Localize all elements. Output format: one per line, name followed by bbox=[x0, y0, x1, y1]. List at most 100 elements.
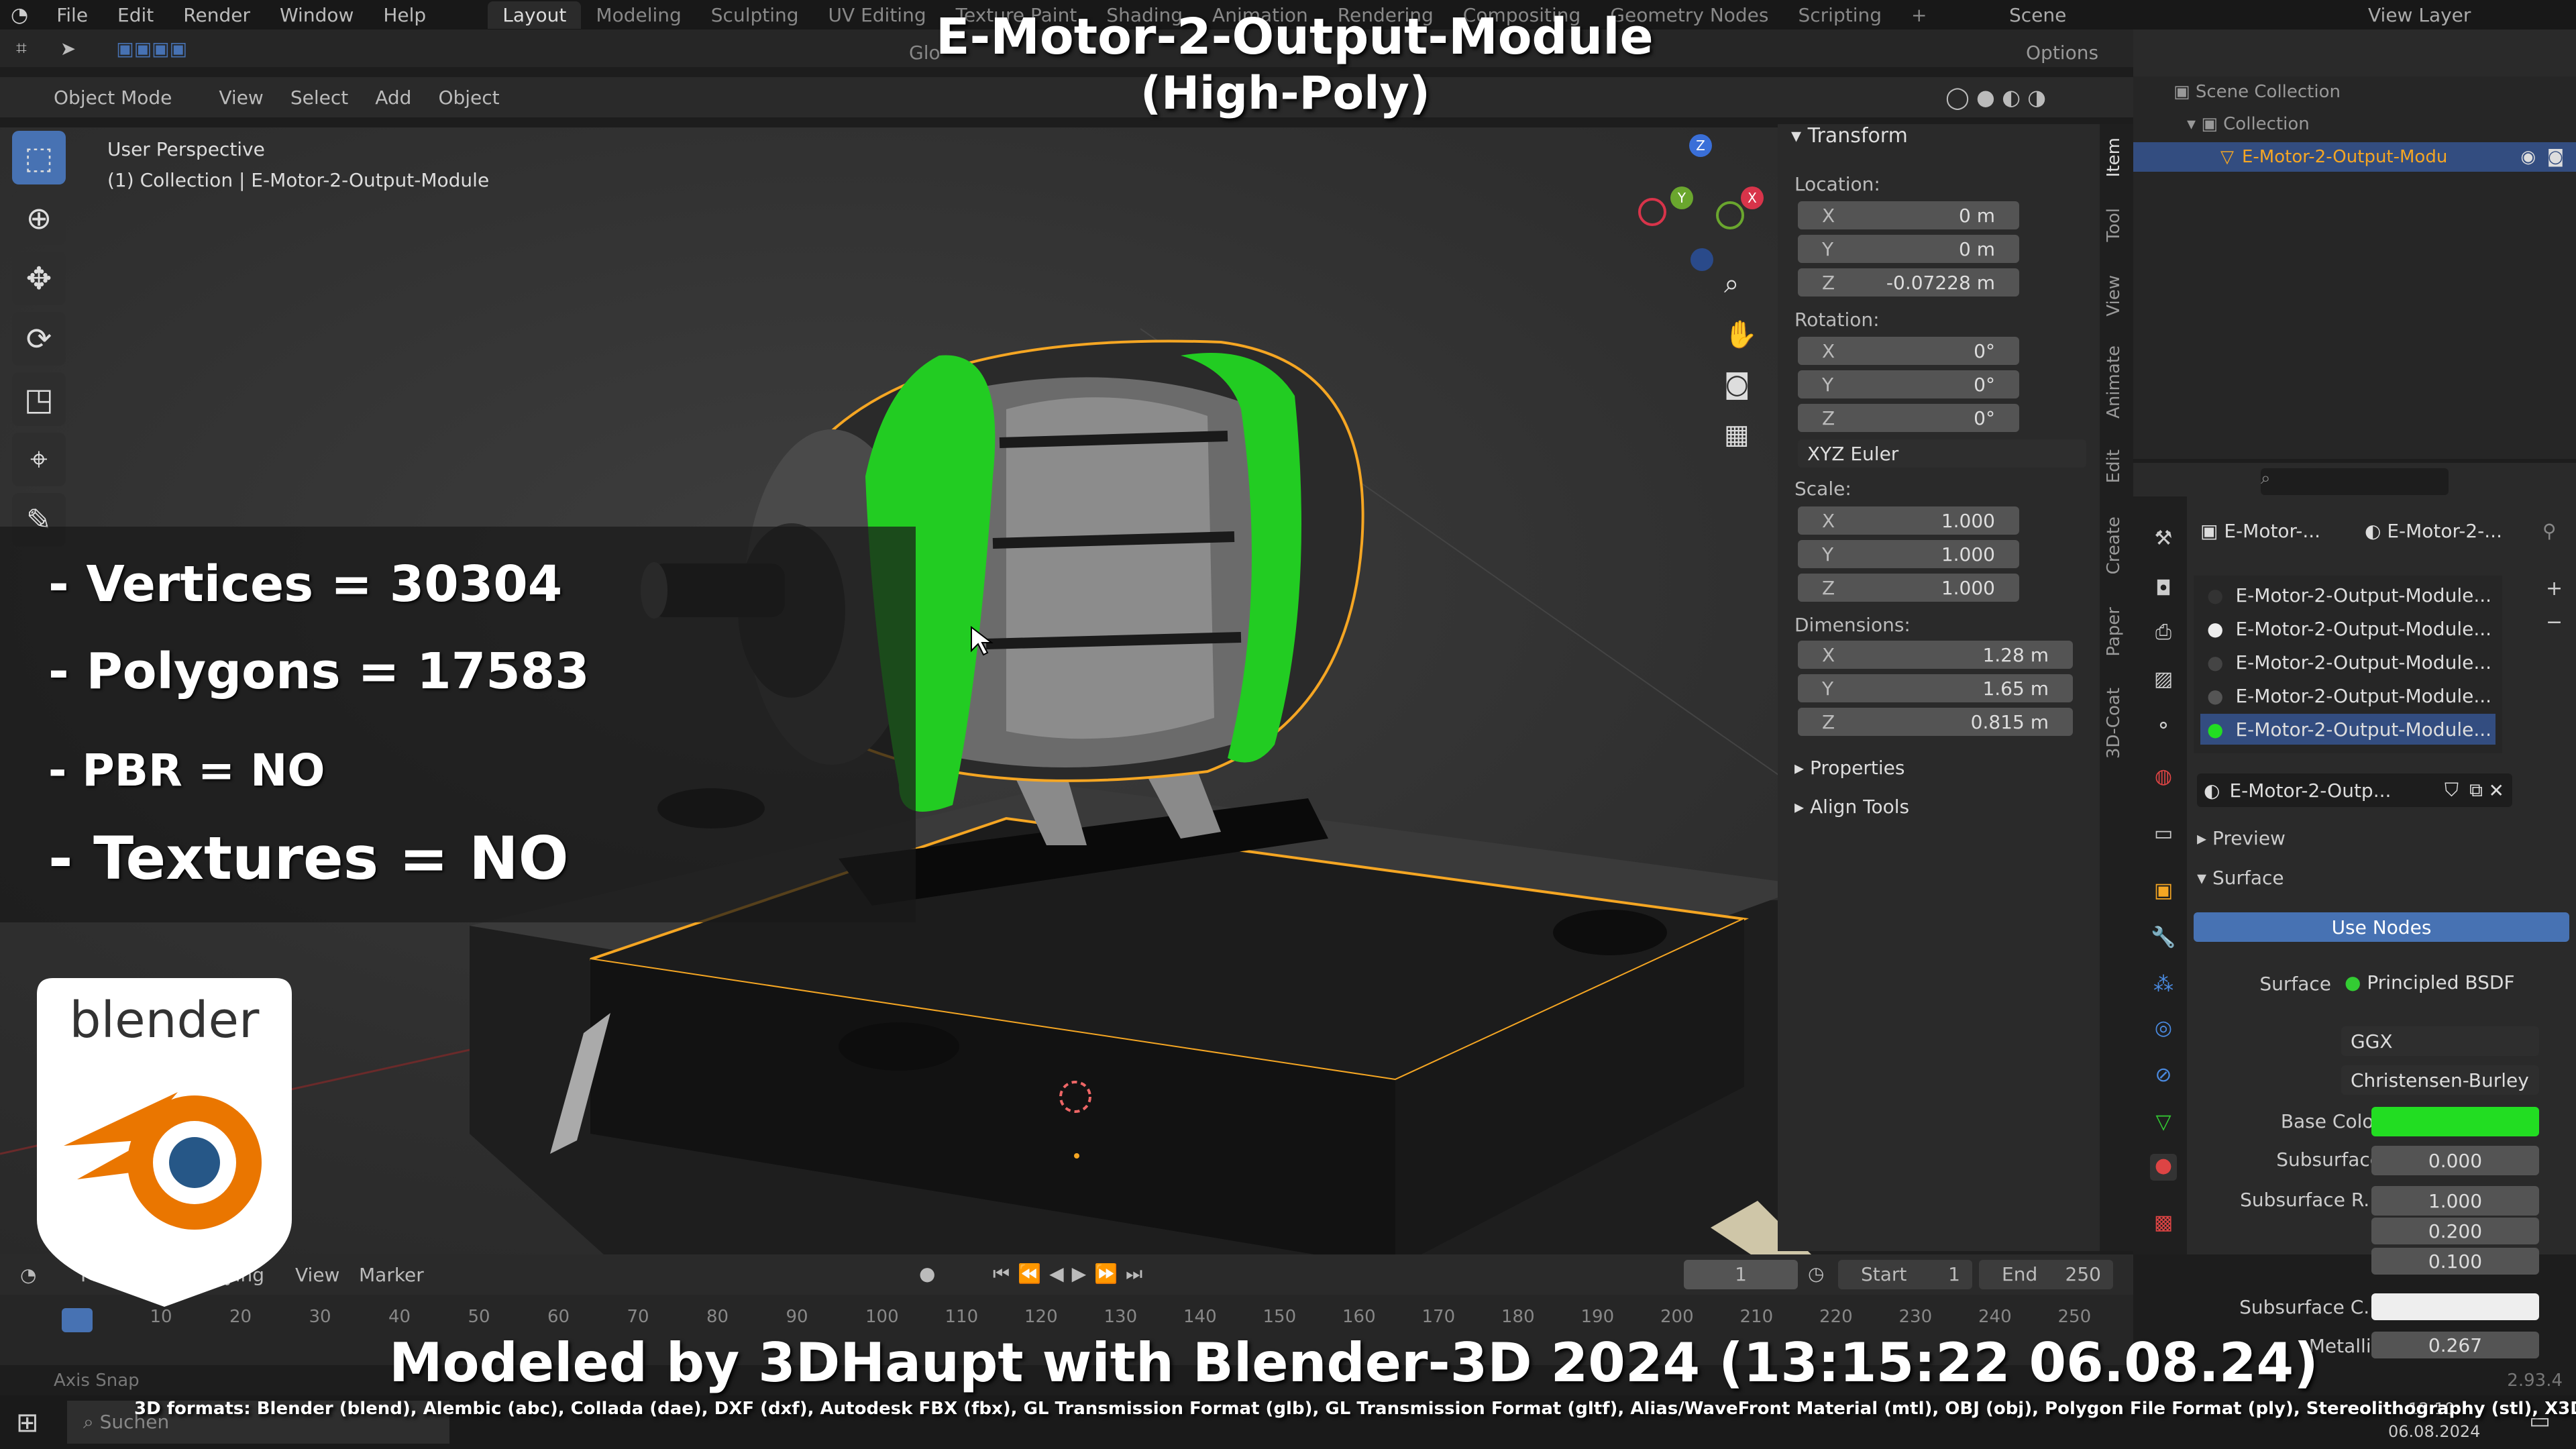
material-slot[interactable]: ● E-Motor-2-Output-Module... bbox=[2200, 580, 2496, 610]
scale-tool-icon[interactable]: ◳ bbox=[12, 372, 66, 426]
tab-create[interactable]: Create bbox=[2104, 517, 2124, 574]
texture-tab-icon[interactable]: ▩ bbox=[2150, 1211, 2177, 1238]
material-slot[interactable]: ● E-Motor-2-Output-Module... bbox=[2200, 613, 2496, 644]
physics-tab-icon[interactable]: ◎ bbox=[2150, 1016, 2177, 1043]
render-tab-icon[interactable]: ◘ bbox=[2150, 577, 2177, 604]
subsurface-radius-y-field[interactable]: 0.200 bbox=[2371, 1218, 2539, 1244]
render-camera-icon[interactable]: ◙ bbox=[2547, 147, 2564, 167]
end-frame-field[interactable]: End 250 bbox=[1979, 1260, 2113, 1289]
material-slot[interactable]: ● E-Motor-2-Output-Module... bbox=[2200, 680, 2496, 711]
menu-view[interactable]: View bbox=[219, 87, 263, 109]
remove-slot-icon[interactable]: − bbox=[2546, 610, 2563, 634]
add-workspace-icon[interactable]: + bbox=[1896, 1, 1941, 29]
outliner-selected-object[interactable]: ▽ E-Motor-2-Output-Modu ◉ ◙ bbox=[2133, 142, 2576, 172]
select-mode-icon[interactable]: ▣▣▣▣ bbox=[116, 38, 187, 60]
subsurface-radius-z-field[interactable]: 0.100 bbox=[2371, 1248, 2539, 1275]
tab-scripting[interactable]: Scripting bbox=[1783, 1, 1896, 29]
material-slot-active[interactable]: ● E-Motor-2-Output-Module... bbox=[2200, 714, 2496, 745]
cursor-tool-icon[interactable]: ⊕ bbox=[12, 191, 66, 245]
gizmo-z[interactable]: Z bbox=[1689, 134, 1712, 157]
tab-3d-coat[interactable]: 3D-Coat bbox=[2104, 688, 2124, 759]
gizmo-y[interactable]: Y bbox=[1670, 186, 1693, 209]
scene-tab-icon[interactable]: ⚬ bbox=[2150, 714, 2177, 741]
output-tab-icon[interactable]: ⎙ bbox=[2150, 621, 2177, 647]
tab-sculpting[interactable]: Sculpting bbox=[696, 1, 814, 29]
use-nodes-button[interactable]: Use Nodes bbox=[2194, 912, 2569, 942]
pan-hand-icon[interactable]: ✋ bbox=[1724, 319, 1758, 350]
tab-layout[interactable]: Layout bbox=[488, 1, 582, 29]
select-tool-icon[interactable]: ⬚ bbox=[12, 131, 66, 184]
align-tools-section[interactable]: ▸ Align Tools bbox=[1794, 796, 1909, 818]
options-dropdown[interactable]: Options bbox=[2026, 42, 2098, 64]
tool-tab-icon[interactable]: ⚒ bbox=[2150, 527, 2177, 553]
duplicate-material-icon[interactable]: ⧉ bbox=[2469, 779, 2483, 802]
shading-buttons[interactable]: ◯ ● ◐ ◑ bbox=[1945, 85, 2046, 110]
blender-app-icon[interactable]: ◔ bbox=[11, 3, 28, 27]
transform-tool-icon[interactable]: ⌖ bbox=[12, 433, 66, 486]
add-slot-icon[interactable]: + bbox=[2546, 577, 2563, 600]
object-mode-dropdown[interactable]: Object Mode bbox=[54, 87, 172, 109]
gizmo-neg-z[interactable] bbox=[1690, 248, 1713, 271]
location-z-field[interactable]: Z -0.07228 m bbox=[1798, 268, 2019, 297]
constraints-tab-icon[interactable]: ⊘ bbox=[2150, 1063, 2177, 1090]
move-tool-icon[interactable]: ✥ bbox=[12, 252, 66, 305]
marker-menu[interactable]: Marker bbox=[359, 1264, 424, 1286]
world-tab-icon[interactable]: ◍ bbox=[2150, 765, 2177, 792]
tool-select-icon[interactable]: ➤ bbox=[60, 38, 76, 60]
collection-tab-icon[interactable]: ▭ bbox=[2150, 822, 2177, 849]
context-object[interactable]: ▣ E-Motor-... bbox=[2200, 520, 2320, 542]
menu-add[interactable]: Add bbox=[375, 87, 411, 109]
scene-label[interactable]: Scene bbox=[2009, 4, 2066, 26]
menu-help[interactable]: Help bbox=[383, 4, 426, 26]
view-layer-tab-icon[interactable]: ▨ bbox=[2150, 667, 2177, 694]
scale-y-field[interactable]: Y 1.000 bbox=[1798, 540, 2019, 568]
tab-paper[interactable]: Paper bbox=[2104, 607, 2124, 657]
tab-tool[interactable]: Tool bbox=[2104, 208, 2124, 242]
playhead[interactable] bbox=[62, 1308, 93, 1332]
zoom-icon[interactable]: ⌕ bbox=[1724, 268, 1739, 299]
tab-edit[interactable]: Edit bbox=[2104, 449, 2124, 483]
location-x-field[interactable]: X 0 m bbox=[1798, 201, 2019, 229]
subsurface-color-swatch[interactable] bbox=[2371, 1293, 2539, 1320]
gizmo-neg-x[interactable] bbox=[1638, 198, 1666, 226]
surface-shader-field[interactable]: ● Principled BSDF bbox=[2345, 971, 2515, 994]
outliner-scene-collection[interactable]: ▣ Scene Collection bbox=[2174, 82, 2341, 102]
object-tab-icon[interactable]: ▣ bbox=[2150, 879, 2177, 906]
tab-animate[interactable]: Animate bbox=[2104, 345, 2124, 419]
menu-edit[interactable]: Edit bbox=[117, 4, 154, 26]
rotation-mode-dropdown[interactable]: XYZ Euler bbox=[1798, 439, 2086, 468]
subsurface-method-dropdown[interactable]: Christensen-Burley bbox=[2341, 1065, 2539, 1095]
view-layer-label[interactable]: View Layer bbox=[2368, 4, 2471, 26]
camera-icon[interactable]: ◙ bbox=[1724, 369, 1750, 400]
gizmo-neg-y[interactable] bbox=[1716, 201, 1744, 229]
rotation-z-field[interactable]: Z 0° bbox=[1798, 404, 2019, 432]
windows-start-icon[interactable]: ⊞ bbox=[16, 1407, 39, 1438]
transform-header[interactable]: ▾ Transform bbox=[1791, 124, 1908, 148]
tab-view[interactable]: View bbox=[2104, 275, 2124, 317]
surface-panel[interactable]: ▾ Surface bbox=[2197, 867, 2284, 889]
modifier-tab-icon[interactable]: 🔧 bbox=[2150, 926, 2177, 953]
base-color-swatch[interactable] bbox=[2371, 1107, 2539, 1136]
properties-search[interactable]: ⌕ bbox=[2261, 468, 2449, 495]
subsurface-field[interactable]: 0.000 bbox=[2371, 1146, 2539, 1175]
dimensions-z-field[interactable]: Z 0.815 m bbox=[1798, 708, 2073, 736]
scale-z-field[interactable]: Z 1.000 bbox=[1798, 574, 2019, 602]
menu-window[interactable]: Window bbox=[280, 4, 354, 26]
visibility-eye-icon[interactable]: ◉ bbox=[2520, 147, 2536, 167]
metallic-field[interactable]: 0.267 bbox=[2371, 1332, 2539, 1358]
current-frame-field[interactable]: 1 bbox=[1684, 1260, 1798, 1289]
pin-icon[interactable]: ⚲ bbox=[2542, 520, 2557, 542]
ortho-grid-icon[interactable]: ▦ bbox=[1724, 419, 1750, 450]
navigation-gizmo[interactable]: Z Y X bbox=[1630, 134, 1764, 271]
context-material[interactable]: ◐ E-Motor-2-... bbox=[2365, 520, 2502, 542]
menu-file[interactable]: File bbox=[56, 4, 88, 26]
tab-item[interactable]: Item bbox=[2104, 138, 2124, 177]
tab-modeling[interactable]: Modeling bbox=[581, 1, 696, 29]
scale-x-field[interactable]: X 1.000 bbox=[1798, 506, 2019, 535]
rotation-x-field[interactable]: X 0° bbox=[1798, 337, 2019, 365]
distribution-dropdown[interactable]: GGX bbox=[2341, 1026, 2539, 1056]
playback-controls[interactable]: ⏮⏪◀▶⏩⏭ bbox=[993, 1263, 1150, 1285]
location-y-field[interactable]: Y 0 m bbox=[1798, 235, 2019, 263]
rotate-tool-icon[interactable]: ⟳ bbox=[12, 312, 66, 366]
outliner-collection[interactable]: ▾ ▣ Collection bbox=[2187, 114, 2310, 134]
